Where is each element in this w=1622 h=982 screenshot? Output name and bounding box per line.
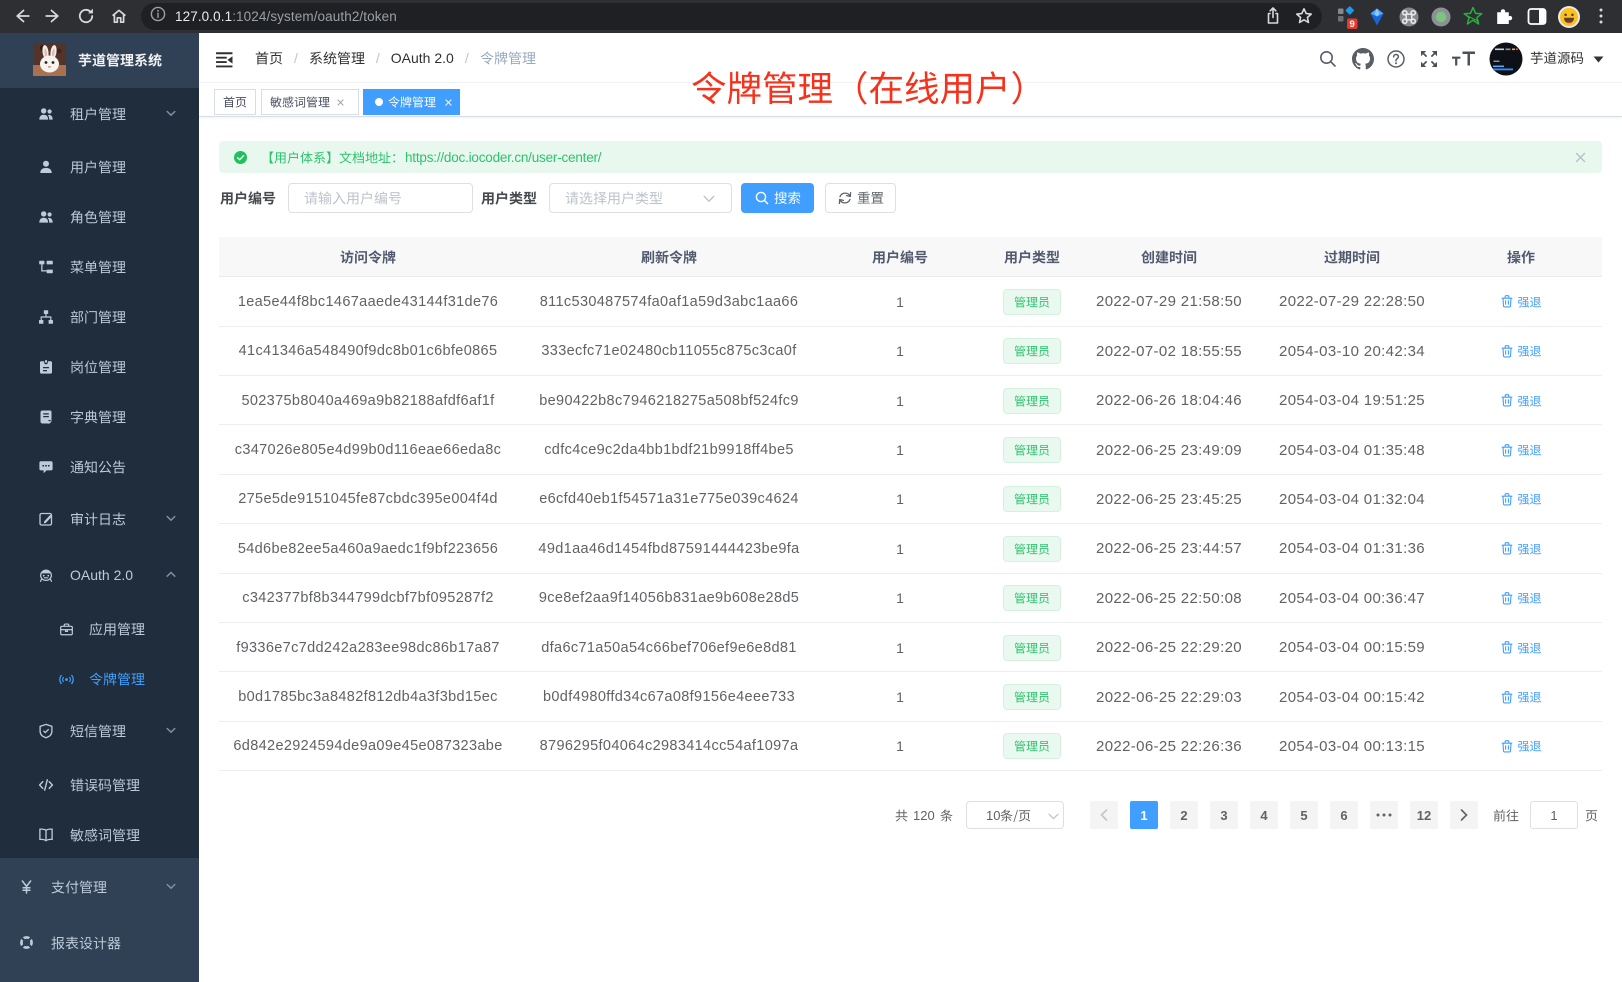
svg-text:9: 9 xyxy=(1350,19,1355,29)
